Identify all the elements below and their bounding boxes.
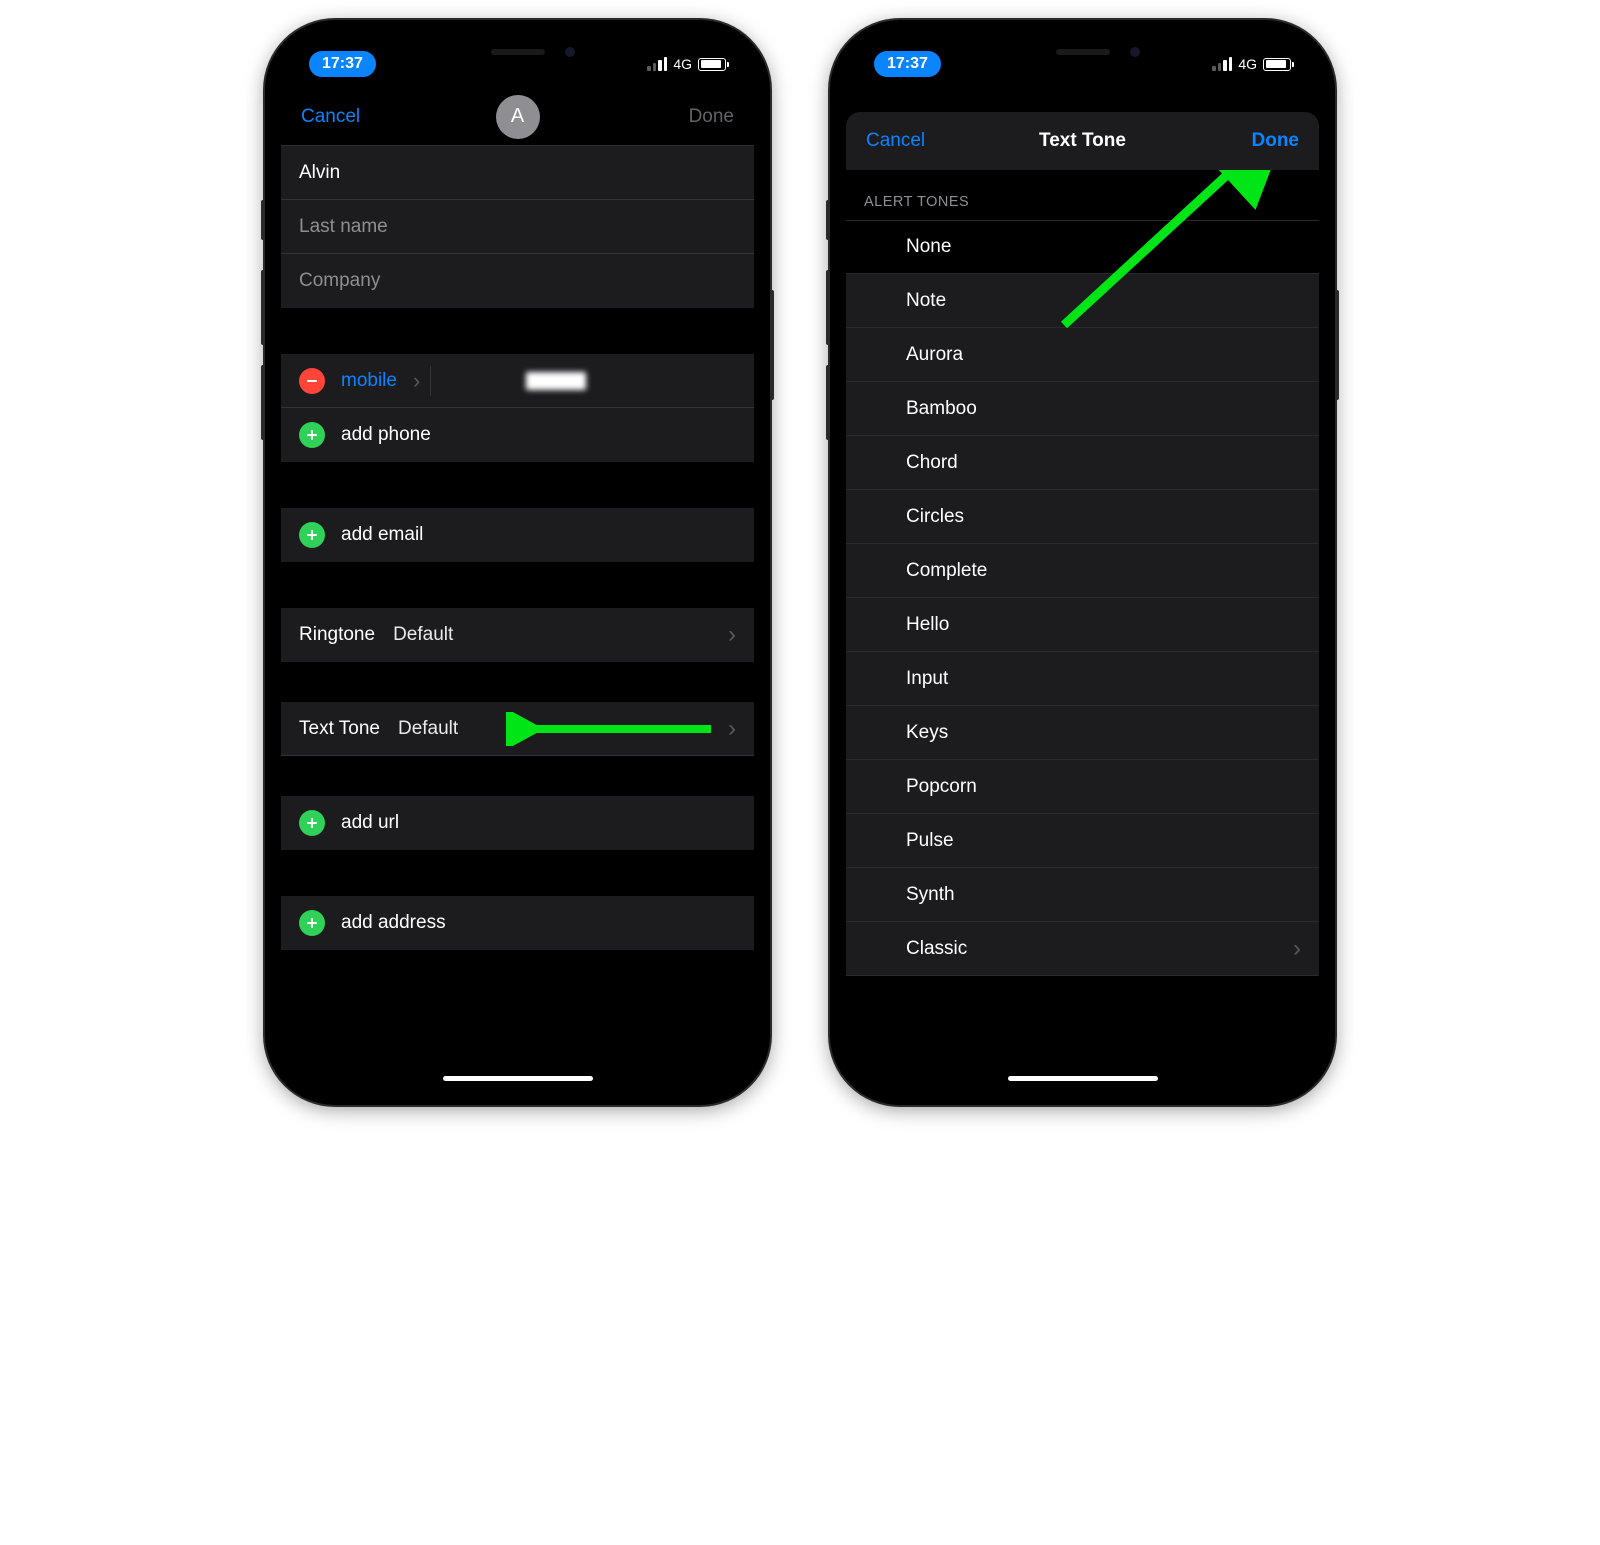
battery-icon [698,58,726,71]
network-label: 4G [673,56,692,72]
cellular-signal-icon [1212,57,1232,71]
ringtone-row[interactable]: Ringtone Default › [281,608,754,662]
add-email-button[interactable]: add email [281,508,754,562]
mute-switch [261,200,265,240]
last-name-field[interactable]: Last name [281,200,754,254]
tone-option[interactable]: Input [846,652,1319,706]
tone-option[interactable]: Circles [846,490,1319,544]
cancel-button[interactable]: Cancel [866,130,925,152]
nav-title: Text Tone [1039,130,1126,152]
phone-mobile-row[interactable]: mobile › [281,354,754,408]
network-label: 4G [1238,56,1257,72]
nav-bar: Cancel Text Tone Done [846,112,1319,170]
add-icon [299,810,325,836]
tone-option[interactable]: Chord [846,436,1319,490]
volume-up [261,270,265,345]
add-icon [299,910,325,936]
phone-number-field[interactable] [445,370,586,392]
home-indicator[interactable] [443,1076,593,1081]
chevron-right-icon: › [413,368,420,394]
tone-option[interactable]: Hello [846,598,1319,652]
notch [968,36,1198,68]
tone-option[interactable]: Complete [846,544,1319,598]
battery-icon [1263,58,1291,71]
status-time-pill[interactable]: 17:37 [874,51,941,77]
tone-option[interactable]: Keys [846,706,1319,760]
tone-option[interactable]: None [846,220,1319,274]
tone-option[interactable]: Pulse [846,814,1319,868]
phone-label-button[interactable]: mobile [341,370,397,392]
done-button[interactable]: Done [1252,130,1300,152]
cancel-button[interactable]: Cancel [301,106,360,128]
section-header-alert-tones: ALERT TONES [846,170,1319,220]
chevron-right-icon: › [728,621,736,649]
phone-text-tone: 17:37 4G Cancel Text Tone Done ALERT TON… [830,20,1335,1105]
text-tone-row[interactable]: Text Tone Default › [281,702,754,756]
chevron-right-icon: › [728,715,736,743]
notch [403,36,633,68]
done-button: Done [689,106,734,128]
remove-phone-icon[interactable] [299,368,325,394]
chevron-right-icon: › [1293,935,1301,963]
tone-option[interactable]: Classic› [846,922,1319,976]
tone-option[interactable]: Bamboo [846,382,1319,436]
text-tone-content[interactable]: ALERT TONES NoneNoteAuroraBambooChordCir… [846,170,1319,1089]
volume-up [826,270,830,345]
add-icon [299,422,325,448]
company-field[interactable]: Company [281,254,754,308]
cellular-signal-icon [647,57,667,71]
tone-option[interactable]: Aurora [846,328,1319,382]
add-url-button[interactable]: add url [281,796,754,850]
power-button [1335,290,1339,400]
add-icon [299,522,325,548]
status-time-pill[interactable]: 17:37 [309,51,376,77]
power-button [770,290,774,400]
add-address-button[interactable]: add address [281,896,754,950]
tone-option[interactable]: Note [846,274,1319,328]
first-name-field[interactable]: Alvin [281,146,754,200]
mute-switch [826,200,830,240]
tone-option[interactable]: Synth [846,868,1319,922]
volume-down [261,365,265,440]
add-phone-button[interactable]: add phone [281,408,754,462]
edit-contact-content: Alvin Last name Company mobile › [281,146,754,1089]
volume-down [826,365,830,440]
tone-option[interactable]: Popcorn [846,760,1319,814]
home-indicator[interactable] [1008,1076,1158,1081]
phone-edit-contact: 17:37 4G Cancel A Done Alvin Last name C… [265,20,770,1105]
contact-avatar[interactable]: A [496,95,540,139]
nav-bar: Cancel A Done [281,88,754,146]
redacted-number [526,372,586,390]
